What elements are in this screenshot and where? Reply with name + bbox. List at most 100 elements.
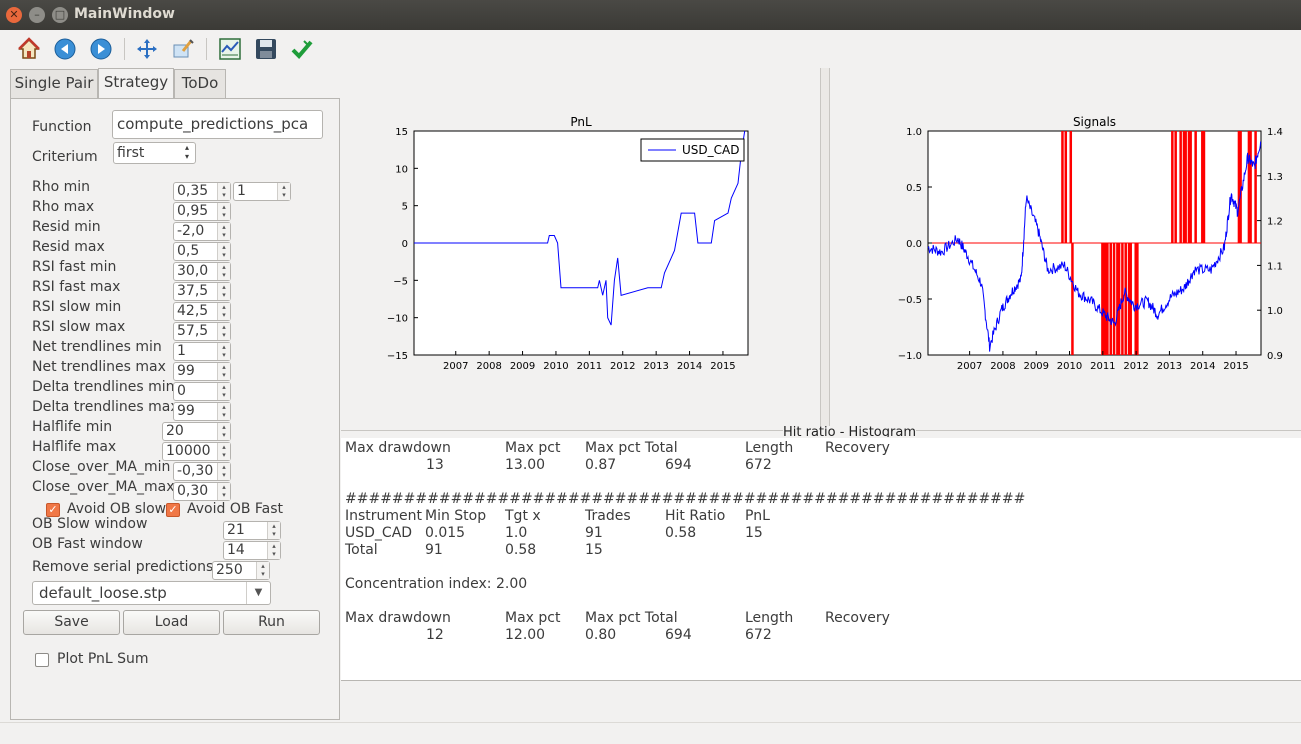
spin-arrows-icon[interactable]: ▴ ▾ [217,423,230,440]
drawdown-header: Max drawdown [345,440,451,456]
param-value: 0,30 [177,483,209,499]
param-spinbox[interactable]: 20 ▴ ▾ [162,422,231,441]
param-label: RSI slow min [32,299,122,315]
results-header: Tgt x [505,508,541,524]
spin-arrows-icon[interactable]: ▴ ▾ [217,443,230,460]
spin-arrows-icon[interactable]: ▴ ▾ [217,203,230,220]
vertical-splitter[interactable] [820,68,830,430]
pan-icon[interactable] [134,36,160,62]
spin-arrows-icon[interactable]: ▴ ▾ [267,522,280,539]
param-spinbox[interactable]: 0,95 ▴ ▾ [173,202,231,221]
spin-arrows-icon[interactable]: ▴ ▾ [217,183,230,200]
param-label: Delta trendlines min [32,379,175,395]
criterium-select[interactable]: first ▴ ▾ [113,142,196,164]
spin-arrows-icon[interactable]: ▴ ▾ [217,363,230,380]
spin-arrows-icon[interactable]: ▴ ▾ [277,183,290,200]
param-spinbox[interactable]: 0,35 ▴ ▾ [173,182,231,201]
drawdown-value: 672 [745,457,772,473]
param-spinbox[interactable]: 42,5 ▴ ▾ [173,302,231,321]
spin-arrows-icon[interactable]: ▴ ▾ [217,263,230,280]
remove-serial-spin[interactable]: 250 ▴ ▾ [212,561,270,580]
param-spinbox[interactable]: -0,30 ▴ ▾ [173,462,231,481]
subplots-icon[interactable] [217,36,243,62]
y-tick-label: 5 [402,202,408,213]
spin-arrows-icon[interactable]: ▴ ▾ [217,223,230,240]
maximize-button[interactable]: □ [52,7,68,23]
param-spinbox[interactable]: 0 ▴ ▾ [173,382,231,401]
x-tick-label: 2010 [543,361,568,372]
spin-arrows-icon[interactable]: ▴ ▾ [217,303,230,320]
signals-chart: Signals 2007 2008 2009 2010 2011 2012 2013 2014 2… [898,115,1283,372]
spin-arrows-icon[interactable]: ▴ ▾ [217,343,230,360]
spin-arrows-icon[interactable]: ▴ ▾ [267,542,280,559]
legend: USD_CAD [640,138,745,162]
results-cell: 91 [425,542,443,558]
x-tick-label: 2010 [1057,361,1082,372]
chevron-down-icon[interactable]: ▼ [246,582,270,604]
status-bar [0,722,1301,744]
results-header: Trades [585,508,631,524]
param-spinbox[interactable]: 1 ▴ ▾ [173,342,231,361]
ob-fast-value: 14 [227,542,245,558]
rho-extra-value: 1 [237,183,246,199]
spin-arrows-icon[interactable]: ▴ ▾ [217,283,230,300]
tab-single-pair[interactable]: Single Pair [10,69,98,98]
param-spinbox[interactable]: 37,5 ▴ ▾ [173,282,231,301]
avoid-ob-fast-checkbox[interactable]: ✓ [166,503,180,517]
param-label: RSI slow max [32,319,126,335]
load-button[interactable]: Load [123,610,220,635]
ob-slow-spin[interactable]: 21 ▴ ▾ [223,521,281,540]
home-icon[interactable] [16,36,42,62]
legend-label: USD_CAD [682,143,739,157]
zoom-icon[interactable] [170,36,196,62]
tab-todo[interactable]: ToDo [174,69,226,98]
back-icon[interactable] [52,36,78,62]
param-spinbox[interactable]: 0,30 ▴ ▾ [173,482,231,501]
close-button[interactable]: ✕ [6,7,22,23]
check-icon[interactable] [289,36,315,62]
spin-arrows-icon[interactable]: ▴ ▾ [217,483,230,500]
spin-arrows-icon[interactable]: ▴ ▾ [217,383,230,400]
x-tick-label: 2012 [610,361,635,372]
ob-fast-spin[interactable]: 14 ▴ ▾ [223,541,281,560]
x-tick-label: 2009 [1023,361,1048,372]
signal-bar-long [1184,131,1187,243]
plot-pnl-sum-label: Plot PnL Sum [57,651,149,667]
param-spinbox[interactable]: 57,5 ▴ ▾ [173,322,231,341]
tab-strategy[interactable]: Strategy [98,68,174,99]
forward-icon[interactable] [88,36,114,62]
spin-arrows-icon[interactable]: ▴ ▾ [217,403,230,420]
param-label: Rho max [32,199,95,215]
save-button[interactable]: Save [23,610,120,635]
ob-slow-label: OB Slow window [32,516,148,532]
run-button[interactable]: Run [223,610,320,635]
results-header: Instrument [345,508,423,524]
spin-arrows-icon[interactable]: ▴ ▾ [217,323,230,340]
avoid-ob-slow-checkbox[interactable]: ✓ [46,503,60,517]
function-label: Function [32,119,92,135]
x-tick-label: 2013 [643,361,668,372]
rho-extra-spin[interactable]: 1 ▴ ▾ [233,182,291,201]
param-spinbox[interactable]: 30,0 ▴ ▾ [173,262,231,281]
config-file-combo[interactable]: default_loose.stp ▼ [32,581,271,605]
param-spinbox[interactable]: 0,5 ▴ ▾ [173,242,231,261]
ob-fast-label: OB Fast window [32,536,143,552]
minimize-button[interactable]: – [29,7,45,23]
param-spinbox[interactable]: 99 ▴ ▾ [173,362,231,381]
param-spinbox[interactable]: -2,0 ▴ ▾ [173,222,231,241]
param-value: 0,5 [177,243,200,259]
spin-arrows-icon[interactable]: ▴ ▾ [217,463,230,480]
signal-bar-long [1194,131,1197,243]
param-spinbox[interactable]: 99 ▴ ▾ [173,402,231,421]
plot-pnl-sum-checkbox[interactable] [35,653,49,667]
param-label: Net trendlines max [32,359,166,375]
spin-arrows-icon[interactable]: ▴ ▾ [217,243,230,260]
spin-arrows-icon[interactable]: ▴ ▾ [256,562,269,579]
param-spinbox[interactable]: 10000 ▴ ▾ [162,442,231,461]
save-icon[interactable] [253,36,279,62]
x-tick-label: 2015 [1223,361,1248,372]
function-input[interactable]: compute_predictions_pca [112,110,323,139]
signal-bar-short [1136,243,1139,355]
y2-tick-label: 1.2 [1267,217,1283,228]
param-value: 99 [177,403,195,419]
